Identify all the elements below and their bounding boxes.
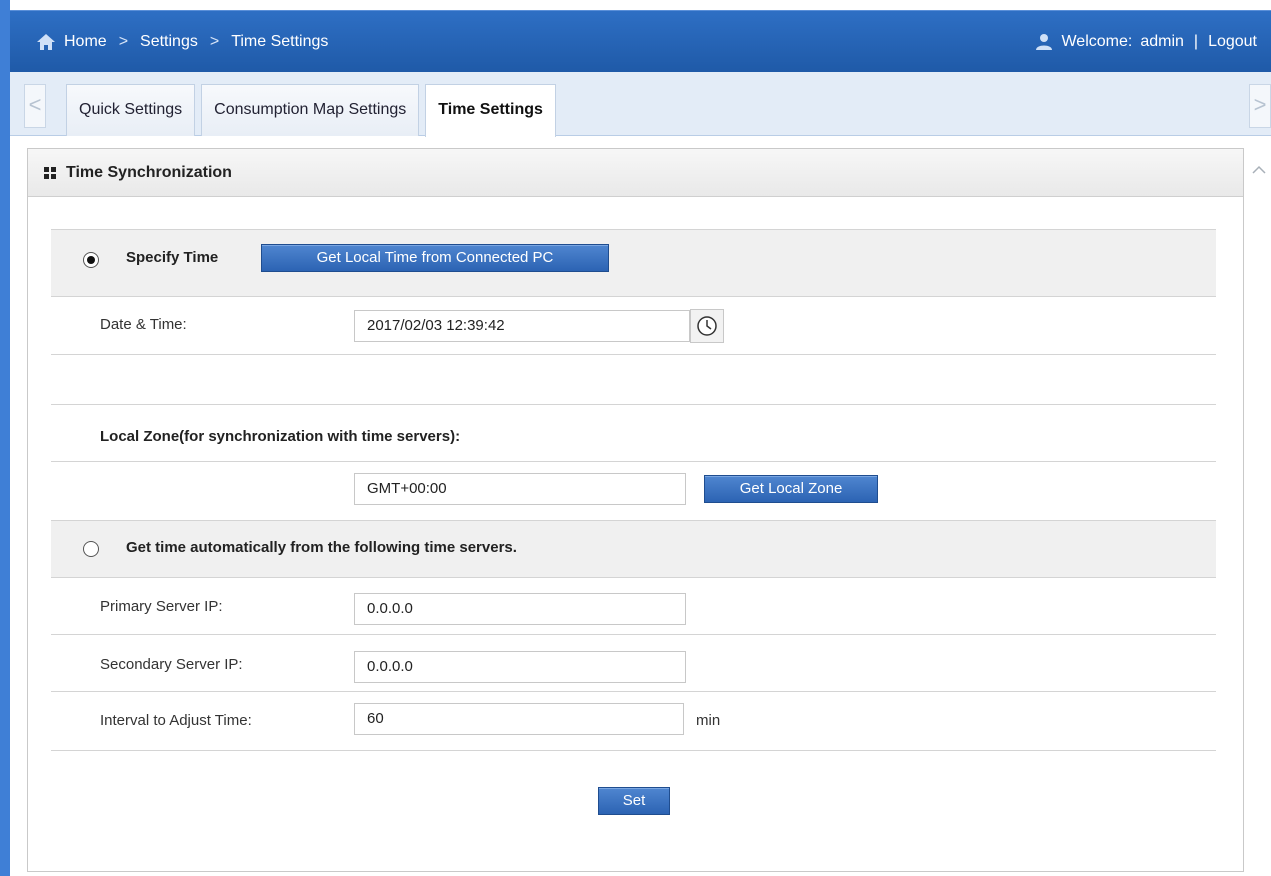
specify-time-row xyxy=(51,229,1216,297)
grid-icon xyxy=(44,166,56,179)
divider xyxy=(51,691,1216,692)
logout-link[interactable]: Logout xyxy=(1208,33,1257,51)
date-time-label: Date & Time: xyxy=(100,316,187,333)
home-icon[interactable] xyxy=(36,33,56,51)
breadcrumb-current: Time Settings xyxy=(231,33,329,50)
divider xyxy=(51,750,1216,751)
divider xyxy=(51,354,1216,355)
breadcrumb-home[interactable]: Home xyxy=(64,33,107,51)
divider xyxy=(51,634,1216,635)
tab-consumption-map-settings[interactable]: Consumption Map Settings xyxy=(201,84,420,136)
breadcrumb-settings[interactable]: Settings xyxy=(140,33,198,51)
get-local-zone-button[interactable]: Get Local Zone xyxy=(704,475,878,503)
user-area: Welcome: admin | Logout xyxy=(1035,33,1257,51)
breadcrumb-separator: > xyxy=(209,33,220,50)
top-navigation-bar: Home > Settings > Time Settings Welcome:… xyxy=(10,0,1271,78)
interval-label: Interval to Adjust Time: xyxy=(100,712,252,729)
breadcrumb-bar: Home > Settings > Time Settings Welcome:… xyxy=(10,10,1271,72)
divider xyxy=(51,461,1216,462)
tab-list: Quick Settings Consumption Map Settings … xyxy=(66,84,562,137)
primary-server-label: Primary Server IP: xyxy=(100,598,223,615)
primary-server-input[interactable]: 0.0.0.0 xyxy=(354,593,686,625)
interval-unit: min xyxy=(696,712,721,729)
tab-time-settings[interactable]: Time Settings xyxy=(425,84,556,137)
secondary-server-input[interactable]: 0.0.0.0 xyxy=(354,651,686,683)
clock-icon xyxy=(691,316,723,345)
specify-time-label: Specify Time xyxy=(126,249,219,266)
user-separator: | xyxy=(1193,33,1199,50)
breadcrumb: Home > Settings > Time Settings xyxy=(36,33,328,51)
tab-quick-settings[interactable]: Quick Settings xyxy=(66,84,196,136)
breadcrumb-separator: > xyxy=(118,33,129,50)
local-zone-label: Local Zone(for synchronization with time… xyxy=(100,428,461,445)
date-time-input[interactable]: 2017/02/03 12:39:42 xyxy=(354,310,690,342)
username: admin xyxy=(1140,33,1184,50)
left-accent-strip xyxy=(0,0,10,876)
panel-title: Time Synchronization xyxy=(66,163,232,181)
tab-scroll-right-button[interactable]: > xyxy=(1249,84,1271,128)
interval-input[interactable]: 60 xyxy=(354,703,684,735)
local-zone-input[interactable]: GMT+00:00 xyxy=(354,473,686,505)
clock-picker-button[interactable] xyxy=(690,309,724,343)
auto-time-label: Get time automatically from the followin… xyxy=(126,539,517,556)
welcome-label: Welcome: xyxy=(1061,33,1133,50)
tab-scroll-left-button[interactable]: < xyxy=(24,84,46,128)
divider xyxy=(51,404,1216,405)
panel-header: Time Synchronization xyxy=(28,149,1243,197)
user-icon xyxy=(1035,33,1053,51)
secondary-server-label: Secondary Server IP: xyxy=(100,656,243,673)
scroll-up-chevron-icon[interactable] xyxy=(1252,162,1266,176)
get-local-time-button[interactable]: Get Local Time from Connected PC xyxy=(261,244,609,272)
set-button[interactable]: Set xyxy=(598,787,670,815)
specify-time-radio[interactable] xyxy=(83,252,99,268)
auto-time-radio[interactable] xyxy=(83,541,99,557)
tab-bar: < Quick Settings Consumption Map Setting… xyxy=(10,72,1271,137)
